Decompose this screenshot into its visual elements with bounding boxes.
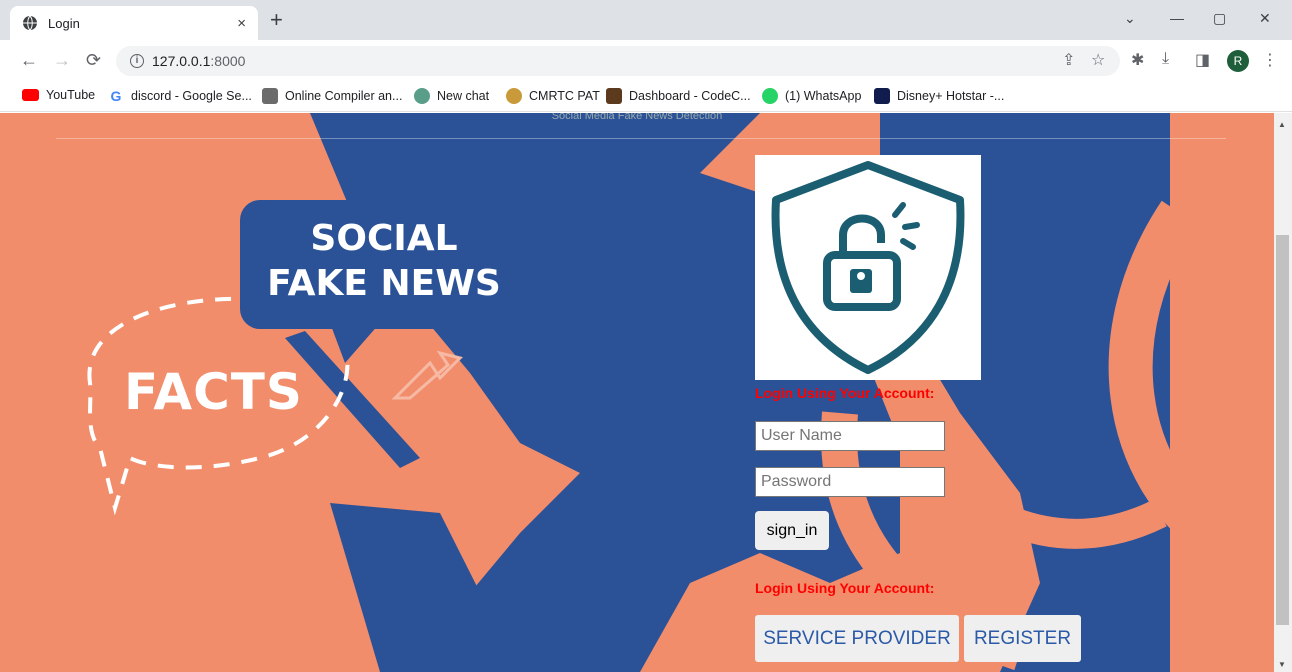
download-icon[interactable]: ⤓ — [1162, 50, 1169, 68]
compiler-icon — [262, 88, 278, 104]
forward-arrow-icon[interactable]: → — [53, 50, 71, 71]
register-button[interactable]: REGISTER — [964, 615, 1081, 662]
bubble-line-fake-news: FAKE NEWS — [267, 263, 501, 304]
bookmark-discord-google[interactable]: G discord - Google Se... — [108, 88, 252, 104]
bookmark-new-chat[interactable]: New chat — [414, 88, 489, 104]
profile-avatar[interactable]: R — [1227, 50, 1249, 72]
url-host: 127.0.0.1 — [152, 53, 211, 69]
bookmark-online-compiler[interactable]: Online Compiler an... — [262, 88, 402, 104]
new-tab-button[interactable]: + — [270, 9, 283, 31]
tab-login[interactable]: Login × — [10, 6, 258, 40]
sign-in-button[interactable]: sign_in — [755, 511, 829, 550]
tab-strip: Login × + ⌄ — ▢ ✕ — [0, 0, 1292, 40]
bookmarks-bar: YouTube G discord - Google Se... Online … — [0, 82, 1292, 112]
share-icon[interactable]: ⇪ — [1062, 50, 1075, 70]
hotstar-icon — [874, 88, 890, 104]
whatsapp-icon — [762, 88, 778, 104]
site-info-icon[interactable]: i — [130, 54, 144, 68]
password-input[interactable] — [755, 467, 945, 497]
username-input[interactable] — [755, 421, 945, 451]
bookmark-star-icon[interactable]: ☆ — [1091, 50, 1105, 70]
tab-title: Login — [48, 15, 80, 31]
url-port: :8000 — [210, 53, 246, 69]
youtube-icon — [22, 89, 39, 101]
bookmark-cmrtc-pat[interactable]: CMRTC PAT — [506, 88, 600, 104]
minimize-button[interactable]: — — [1170, 10, 1184, 26]
close-tab-icon[interactable]: × — [237, 15, 246, 32]
menu-icon[interactable]: ⋮ — [1262, 50, 1278, 70]
bookmark-hotstar[interactable]: Disney+ Hotstar -... — [874, 88, 1004, 104]
tab-search-icon[interactable]: ⌄ — [1124, 10, 1136, 27]
page-header-title: Social Media Fake News Detection — [551, 113, 723, 122]
cmrtc-icon — [506, 88, 522, 104]
scroll-up-icon[interactable]: ▲ — [1278, 120, 1286, 129]
extensions-icon[interactable]: ✱ — [1131, 50, 1144, 70]
bubble-line-social: SOCIAL — [310, 218, 458, 259]
browser-toolbar: ← → ⟳ i 127.0.0.1:8000 ⇪ ☆ — [0, 40, 1292, 82]
service-provider-button[interactable]: SERVICE PROVIDER — [755, 615, 959, 662]
bookmark-youtube[interactable]: YouTube — [22, 88, 95, 102]
restore-button[interactable]: ▢ — [1213, 10, 1226, 27]
address-bar[interactable]: i 127.0.0.1:8000 ⇪ ☆ — [116, 46, 1120, 76]
login-heading: Login Using Your Account: — [755, 385, 935, 401]
bookmark-whatsapp[interactable]: (1) WhatsApp — [762, 88, 861, 104]
login-heading-secondary: Login Using Your Account: — [755, 580, 935, 596]
globe-icon — [23, 15, 37, 31]
scrollbar-thumb[interactable] — [1276, 235, 1289, 625]
shield-lock-icon — [771, 161, 965, 374]
google-icon: G — [110, 88, 122, 104]
side-panel-icon[interactable]: ◨ — [1195, 50, 1210, 70]
security-lock-image — [755, 155, 981, 380]
codechef-icon — [606, 88, 622, 104]
back-arrow-icon[interactable]: ← — [20, 50, 38, 71]
bookmark-codechef-dashboard[interactable]: Dashboard - CodeC... — [606, 88, 751, 104]
scroll-down-icon[interactable]: ▼ — [1278, 660, 1286, 669]
chatgpt-icon — [414, 88, 430, 104]
facts-text: FACTS — [124, 363, 303, 421]
page-content: Social Media Fake News Detection SOCIAL … — [0, 113, 1274, 672]
speech-bubble-text: SOCIAL FAKE NEWS — [240, 216, 528, 306]
reload-icon[interactable]: ⟳ — [86, 50, 101, 71]
header-divider — [56, 138, 1226, 139]
close-window-button[interactable]: ✕ — [1259, 10, 1271, 27]
